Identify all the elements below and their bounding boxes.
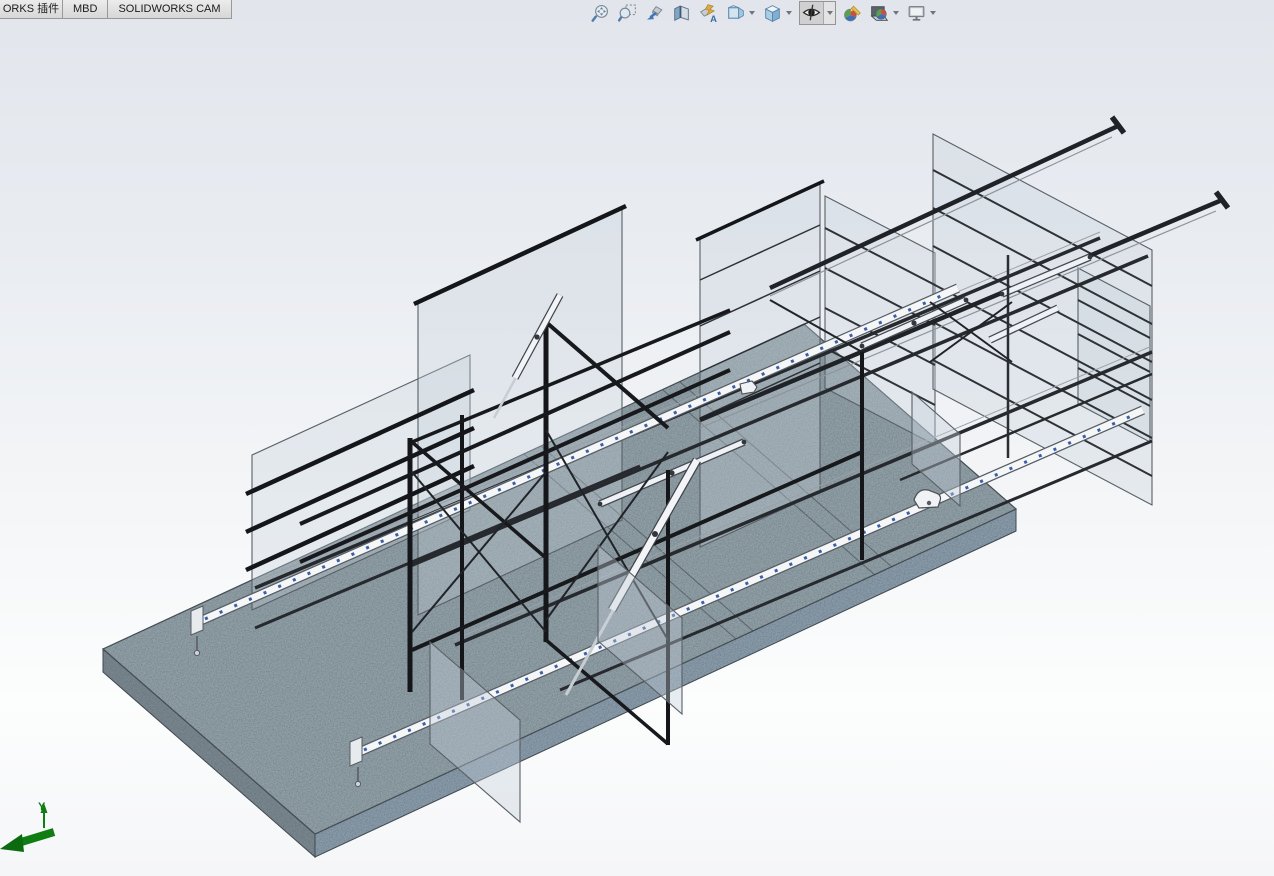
dynamic-annotation-views-icon[interactable]: A xyxy=(698,3,719,24)
hide-show-items-dropdown[interactable] xyxy=(823,2,835,24)
heads-up-view-toolbar: A xyxy=(587,1,940,25)
svg-text:A: A xyxy=(710,13,717,23)
tab-solidworks-cam[interactable]: SOLIDWORKS CAM xyxy=(108,0,232,19)
view-orientation-dropdown[interactable] xyxy=(749,11,755,15)
solidworks-window: ORKS 插件 MBD SOLIDWORKS CAM A Y xyxy=(0,0,1274,876)
view-orientation-icon[interactable] xyxy=(725,3,746,24)
zoom-to-area-icon[interactable] xyxy=(617,3,638,24)
command-manager-tabs: ORKS 插件 MBD SOLIDWORKS CAM xyxy=(0,0,232,19)
view-settings-dropdown[interactable] xyxy=(930,11,936,15)
display-style-dropdown[interactable] xyxy=(786,11,792,15)
section-view-icon[interactable] xyxy=(671,3,692,24)
display-style-icon[interactable] xyxy=(762,3,783,24)
apply-scene-dropdown[interactable] xyxy=(893,11,899,15)
triad-y-label: Y xyxy=(38,801,46,813)
view-settings-icon[interactable] xyxy=(906,3,927,24)
previous-view-icon[interactable] xyxy=(644,3,665,24)
tab-mbd[interactable]: MBD xyxy=(63,0,109,19)
hide-show-items-icon[interactable] xyxy=(801,2,822,23)
orientation-triad: Y xyxy=(0,801,56,852)
graphics-viewport[interactable]: Y xyxy=(0,0,1274,876)
edit-appearance-icon[interactable] xyxy=(842,3,863,24)
apply-scene-icon[interactable] xyxy=(869,3,890,24)
zoom-to-fit-icon[interactable] xyxy=(590,3,611,24)
hide-show-items-group xyxy=(799,1,836,25)
tab-solidworks-addins[interactable]: ORKS 插件 xyxy=(0,0,63,19)
